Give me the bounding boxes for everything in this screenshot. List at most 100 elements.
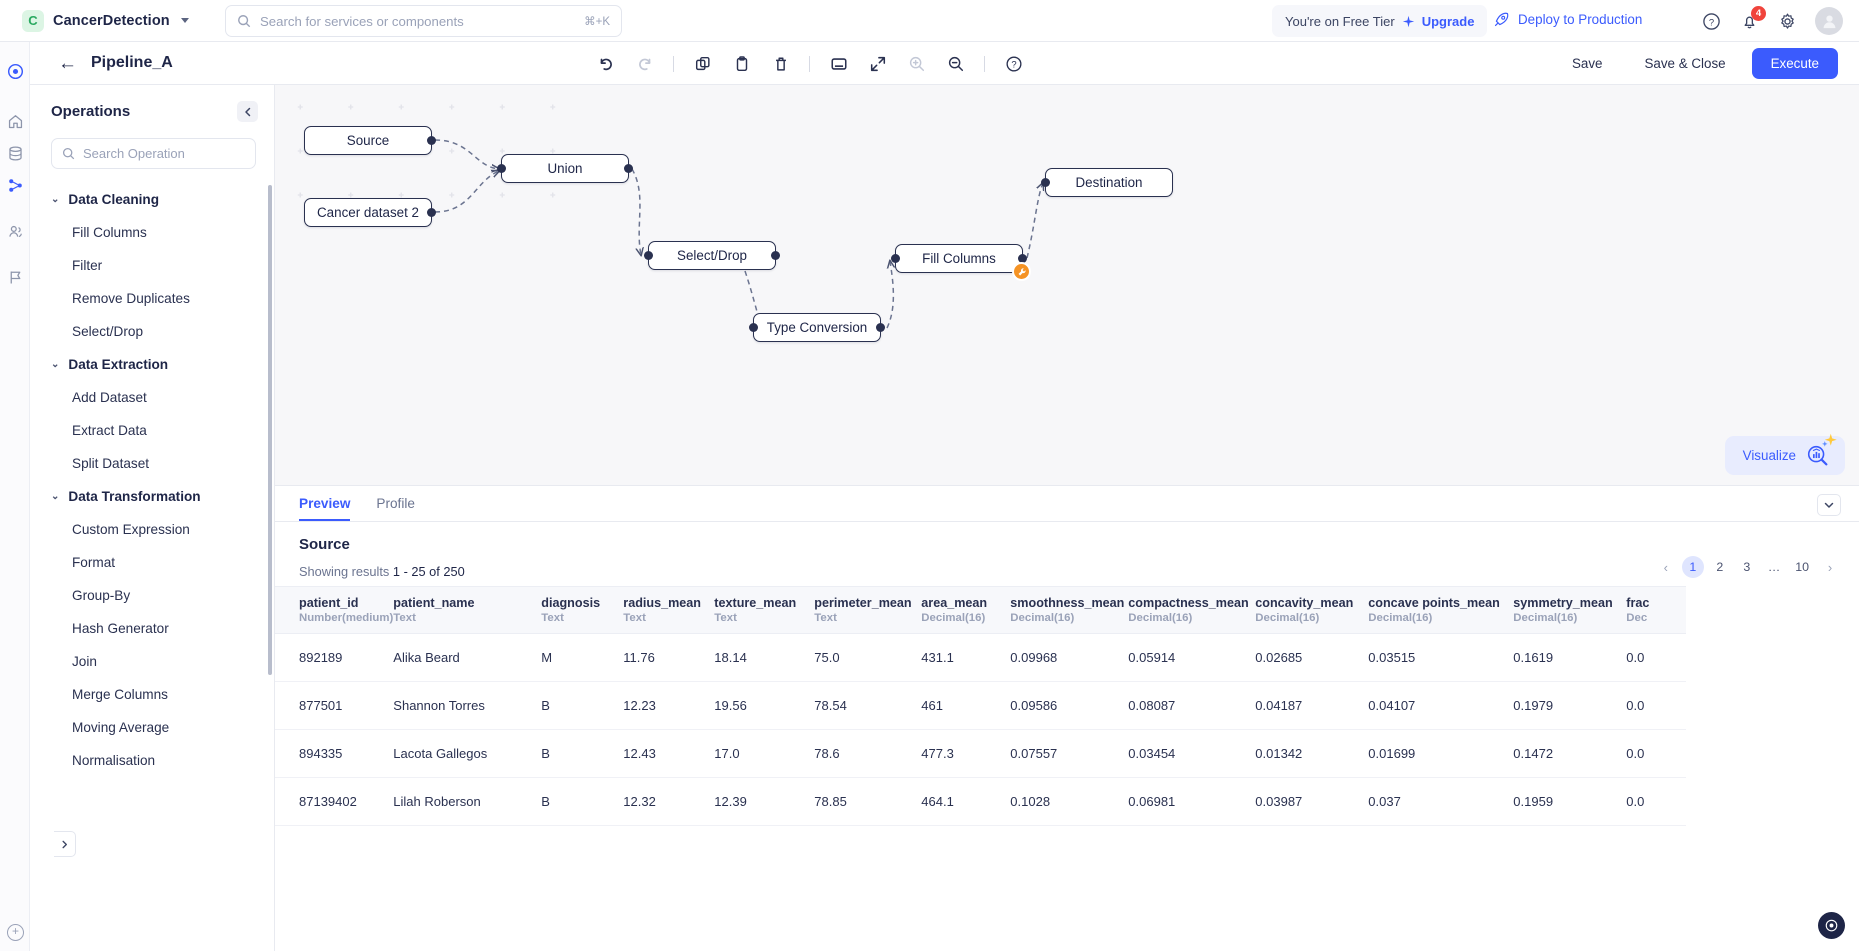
copy-icon[interactable] — [692, 53, 713, 74]
execute-button[interactable]: Execute — [1751, 48, 1838, 79]
save-button[interactable]: Save — [1555, 48, 1619, 79]
sidebar-item-flag[interactable] — [0, 261, 30, 293]
operation-item-format[interactable]: Format — [30, 546, 274, 579]
operations-scrollbar[interactable] — [268, 185, 272, 675]
table-row[interactable]: 894335 Lacota Gallegos B 12.43 17.0 78.6 477.3… — [275, 729, 1687, 778]
sidebar-item-users[interactable] — [0, 215, 30, 247]
tab-profile[interactable]: Profile — [376, 496, 415, 521]
expand-panel-button[interactable] — [54, 831, 76, 857]
fit-view-icon[interactable] — [828, 53, 849, 74]
support-fab-button[interactable] — [1818, 912, 1845, 939]
redo-icon[interactable] — [634, 53, 655, 74]
zoom-in-icon[interactable] — [906, 53, 927, 74]
gear-icon[interactable] — [1777, 11, 1798, 32]
brand-switcher[interactable]: C CancerDetection — [22, 9, 189, 32]
paste-icon[interactable] — [731, 53, 752, 74]
pipeline-canvas[interactable]: Source Cancer dataset 2 Union Select/Drop Ty… — [275, 85, 1859, 485]
sidebar-item-database[interactable] — [0, 137, 30, 169]
node-output-port[interactable] — [771, 251, 780, 260]
pagination-page-…[interactable]: … — [1763, 556, 1785, 578]
visualize-button[interactable]: Visualize — [1724, 433, 1845, 475]
node-output-port[interactable] — [427, 208, 436, 217]
operation-item-custom-expression[interactable]: Custom Expression — [30, 513, 274, 546]
pagination-page-3[interactable]: 3 — [1736, 556, 1758, 578]
save-and-close-button[interactable]: Save & Close — [1628, 48, 1742, 79]
column-header-texture_mean[interactable]: texture_mean Text — [714, 586, 815, 634]
logo-icon[interactable] — [0, 55, 30, 87]
pagination-page-1[interactable]: 1 — [1681, 556, 1704, 578]
column-header-smoothness_mean[interactable]: smoothness_mean Decimal(16) — [1010, 586, 1129, 634]
column-header-area_mean[interactable]: area_mean Decimal(16) — [921, 586, 1011, 634]
canvas-node-type-conversion[interactable]: Type Conversion — [749, 313, 885, 342]
column-header-concave-points_mean[interactable]: concave points_mean Decimal(16) — [1368, 586, 1514, 634]
upgrade-link[interactable]: Upgrade — [1422, 14, 1475, 29]
preview-table-wrap[interactable]: patient_id Number(medium) patient_name Text… — [275, 586, 1859, 952]
table-row[interactable]: 892189 Alika Beard M 11.76 18.14 75.0 431.1 0.0… — [275, 633, 1687, 682]
column-header-compactness_mean[interactable]: compactness_mean Decimal(16) — [1128, 586, 1256, 634]
pagination-page-2[interactable]: 2 — [1709, 556, 1731, 578]
add-button[interactable]: + — [7, 924, 24, 941]
operation-item-fill-columns[interactable]: Fill Columns — [30, 216, 274, 249]
node-input-port[interactable] — [891, 254, 900, 263]
node-input-port[interactable] — [497, 164, 506, 173]
node-input-port[interactable] — [644, 251, 653, 260]
canvas-node-source[interactable]: Source — [304, 126, 436, 155]
panel-collapse-button[interactable] — [1817, 494, 1841, 516]
wrench-icon[interactable] — [1012, 262, 1031, 281]
zoom-out-icon[interactable] — [945, 53, 966, 74]
operation-item-hash-generator[interactable]: Hash Generator — [30, 612, 274, 645]
operation-item-split-dataset[interactable]: Split Dataset — [30, 447, 274, 480]
node-input-port[interactable] — [749, 323, 758, 332]
operation-item-normalisation[interactable]: Normalisation — [30, 744, 274, 777]
operation-item-join[interactable]: Join — [30, 645, 274, 678]
pagination-prev[interactable]: ‹ — [1655, 556, 1677, 578]
operation-group-data-transformation[interactable]: ⌄ Data Transformation — [30, 480, 274, 513]
column-header-symmetry_mean[interactable]: symmetry_mean Decimal(16) — [1513, 586, 1627, 634]
node-output-port[interactable] — [427, 136, 436, 145]
back-button[interactable]: ← — [58, 54, 77, 73]
operation-item-extract-data[interactable]: Extract Data — [30, 414, 274, 447]
canvas-node-select-drop[interactable]: Select/Drop — [644, 241, 780, 270]
canvas-node-cancer-dataset-2[interactable]: Cancer dataset 2 — [304, 198, 436, 227]
column-header-patient_name[interactable]: patient_name Text — [393, 586, 542, 634]
delete-icon[interactable] — [770, 53, 791, 74]
table-row[interactable]: 877501 Shannon Torres B 12.23 19.56 78.54 461 0… — [275, 681, 1687, 730]
column-header-radius_mean[interactable]: radius_mean Text — [623, 586, 715, 634]
operation-item-group-by[interactable]: Group-By — [30, 579, 274, 612]
node-output-port[interactable] — [624, 164, 633, 173]
chevron-down-icon[interactable] — [180, 18, 189, 23]
column-header-frac[interactable]: frac Dec — [1626, 586, 1687, 634]
operation-item-filter[interactable]: Filter — [30, 249, 274, 282]
free-tier-pill[interactable]: You're on Free Tier Upgrade — [1272, 5, 1488, 37]
sidebar-item-home[interactable] — [0, 105, 30, 137]
canvas-node-destination[interactable]: Destination — [1041, 168, 1173, 197]
column-header-patient_id[interactable]: patient_id Number(medium) — [275, 586, 394, 634]
deploy-to-production-button[interactable]: Deploy to Production — [1493, 11, 1642, 28]
avatar[interactable] — [1815, 7, 1843, 35]
canvas-node-union[interactable]: Union — [497, 154, 633, 183]
column-header-concavity_mean[interactable]: concavity_mean Decimal(16) — [1255, 586, 1369, 634]
operation-item-merge-columns[interactable]: Merge Columns — [30, 678, 274, 711]
help-circle-icon[interactable]: ? — [1701, 11, 1722, 32]
undo-icon[interactable] — [595, 53, 616, 74]
operation-group-data-cleaning[interactable]: ⌄ Data Cleaning — [30, 183, 274, 216]
expand-icon[interactable] — [867, 53, 888, 74]
operation-item-add-dataset[interactable]: Add Dataset — [30, 381, 274, 414]
operation-item-moving-average[interactable]: Moving Average — [30, 711, 274, 744]
tab-preview[interactable]: Preview — [299, 496, 351, 521]
operation-item-select-drop[interactable]: Select/Drop — [30, 315, 274, 348]
operation-item-remove-duplicates[interactable]: Remove Duplicates — [30, 282, 274, 315]
pagination-page-10[interactable]: 10 — [1790, 556, 1814, 578]
collapse-panel-button[interactable] — [237, 101, 258, 122]
operation-search-input[interactable]: Search Operation — [51, 138, 256, 169]
node-output-port[interactable] — [876, 323, 885, 332]
node-input-port[interactable] — [1041, 178, 1050, 187]
help-icon[interactable]: ? — [1003, 53, 1024, 74]
bell-icon[interactable]: 4 — [1739, 5, 1766, 32]
pagination-next[interactable]: › — [1819, 556, 1841, 578]
operation-group-data-extraction[interactable]: ⌄ Data Extraction — [30, 348, 274, 381]
column-header-diagnosis[interactable]: diagnosis Text — [541, 586, 624, 634]
search-input[interactable]: Search for services or components ⌘+K — [225, 5, 622, 37]
table-row[interactable]: 87139402 Lilah Roberson B 12.32 12.39 78.85 46… — [275, 777, 1687, 826]
canvas-node-fill-columns[interactable]: Fill Columns — [891, 244, 1031, 281]
